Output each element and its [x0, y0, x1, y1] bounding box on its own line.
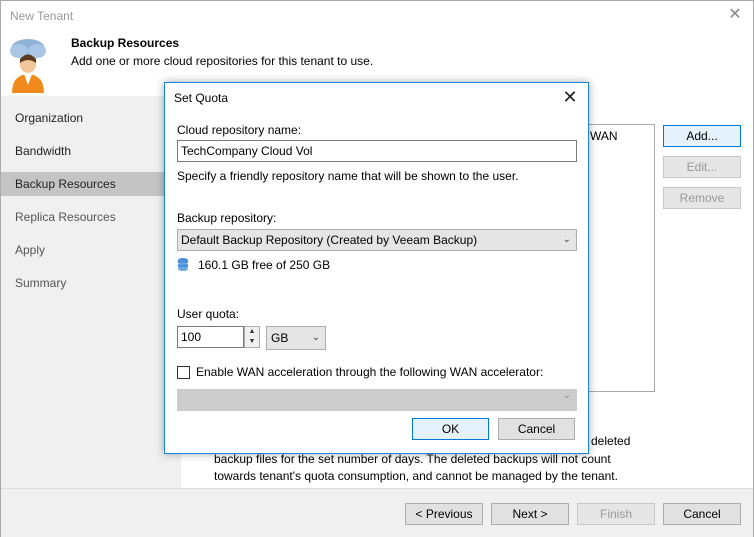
step-apply[interactable]: Apply	[1, 238, 181, 262]
backup-repo-select[interactable]: Default Backup Repository (Created by Ve…	[177, 229, 577, 251]
chevron-down-icon: ⌄	[311, 332, 320, 343]
repository-list-text: WAN	[590, 129, 618, 143]
cancel-button[interactable]: Cancel	[663, 503, 741, 525]
step-organization[interactable]: Organization	[1, 106, 181, 130]
dialog-cancel-button[interactable]: Cancel	[498, 418, 575, 440]
wan-acceleration-checkbox[interactable]	[177, 366, 190, 379]
wan-acceleration-label[interactable]: Enable WAN acceleration through the foll…	[196, 365, 543, 379]
repo-name-hint: Specify a friendly repository name that …	[177, 169, 519, 183]
next-button[interactable]: Next >	[491, 503, 569, 525]
quota-unit-value: GB	[271, 331, 289, 345]
step-replica-resources[interactable]: Replica Resources	[1, 205, 181, 229]
note-line-2: towards tenant's quota consumption, and …	[214, 469, 618, 483]
database-icon	[178, 258, 188, 271]
remove-button[interactable]: Remove	[663, 187, 741, 209]
user-quota-label: User quota:	[177, 307, 240, 321]
set-quota-dialog: Set Quota ✕ Cloud repository name: TechC…	[164, 82, 589, 454]
page-subtitle: Add one or more cloud repositories for t…	[71, 54, 374, 68]
dialog-title: Set Quota	[174, 91, 229, 105]
edit-button[interactable]: Edit...	[663, 156, 741, 178]
quota-unit-select[interactable]: GB ⌄	[266, 326, 326, 350]
page-title: Backup Resources	[71, 36, 180, 50]
repo-name-input[interactable]: TechCompany Cloud Vol	[177, 140, 577, 162]
note-text-tail: deleted	[591, 434, 631, 448]
title-bar: New Tenant ✕	[1, 1, 753, 31]
wizard-footer: < Previous Next > Finish Cancel	[1, 488, 753, 537]
wan-accelerator-select[interactable]: ⌄	[177, 389, 577, 411]
finish-button[interactable]: Finish	[577, 503, 655, 525]
step-backup-resources[interactable]: Backup Resources	[1, 172, 181, 196]
note-text: backup files for the set number of days.…	[214, 451, 634, 485]
backup-repo-label: Backup repository:	[177, 211, 277, 225]
repository-list[interactable]	[588, 124, 655, 392]
chevron-down-icon: ⌄	[562, 234, 571, 245]
quota-input[interactable]: 100	[177, 326, 244, 348]
step-bandwidth[interactable]: Bandwidth	[1, 139, 181, 163]
stepper-down-icon[interactable]: ▼	[245, 337, 259, 347]
chevron-down-icon: ⌄	[562, 390, 571, 401]
dialog-close-icon[interactable]: ✕	[558, 85, 582, 109]
free-space-text: 160.1 GB free of 250 GB	[198, 258, 331, 272]
stepper-up-icon[interactable]: ▲	[245, 327, 259, 337]
wizard-steps: Organization Bandwidth Backup Resources …	[1, 96, 181, 488]
ok-button[interactable]: OK	[412, 418, 489, 440]
window-close-icon[interactable]: ✕	[725, 5, 745, 25]
window-title: New Tenant	[10, 9, 74, 23]
quota-stepper[interactable]: ▲ ▼	[244, 326, 260, 348]
step-summary[interactable]: Summary	[1, 271, 181, 295]
add-button[interactable]: Add...	[663, 125, 741, 147]
backup-repo-value: Default Backup Repository (Created by Ve…	[181, 233, 478, 247]
repo-name-label: Cloud repository name:	[177, 123, 302, 137]
cloud-tenant-icon	[10, 39, 46, 93]
previous-button[interactable]: < Previous	[405, 503, 483, 525]
